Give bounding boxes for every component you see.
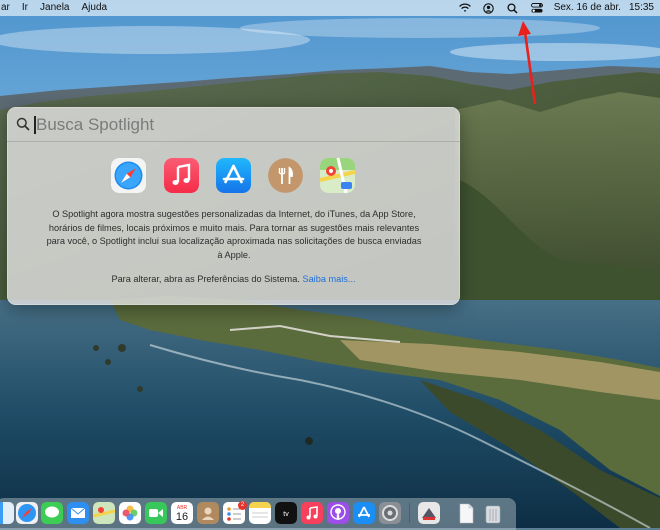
app-store-icon[interactable] <box>216 158 251 193</box>
control-center-icon[interactable] <box>530 1 544 15</box>
app-store-dock-icon[interactable] <box>353 502 375 524</box>
spotlight-app-icons <box>7 158 460 194</box>
contacts-icon[interactable] <box>197 502 219 524</box>
menu-bar-left: ar Ir Janela Ajuda <box>0 0 113 16</box>
menu-item-go[interactable]: Ir <box>16 0 34 16</box>
messages-icon[interactable] <box>41 502 63 524</box>
document-icon[interactable] <box>455 502 477 524</box>
menu-bar-right: Sex. 16 de abr. 15:35 <box>458 0 654 16</box>
menu-bar-date[interactable]: Sex. 16 de abr. <box>554 0 621 16</box>
search-icon <box>16 117 30 131</box>
maps-icon[interactable] <box>320 158 355 193</box>
spotlight-panel: O Spotlight agora mostra sugestões perso… <box>7 107 460 305</box>
menu-bar-time[interactable]: 15:35 <box>629 0 654 16</box>
spotlight-description: O Spotlight agora mostra sugestões perso… <box>46 209 422 260</box>
svg-text:tv: tv <box>283 511 289 518</box>
menu-bar: ar Ir Janela Ajuda Sex. 16 de abr. 15:35 <box>0 0 660 16</box>
spotlight-footer: Para alterar, abra as Preferências do Si… <box>7 274 460 284</box>
spotlight-search-input[interactable] <box>35 112 437 138</box>
mail-icon[interactable] <box>67 502 89 524</box>
user-account-icon[interactable] <box>482 1 496 15</box>
trash-icon[interactable] <box>482 502 504 524</box>
podcasts-icon[interactable] <box>327 502 349 524</box>
finder-icon[interactable] <box>0 502 14 524</box>
text-caret <box>34 116 36 134</box>
restaurants-icon[interactable] <box>268 158 303 193</box>
menu-item-help[interactable]: Ajuda <box>75 0 113 16</box>
reminders-badge: 2 <box>238 501 247 510</box>
preview-icon[interactable] <box>418 502 440 524</box>
facetime-icon[interactable] <box>145 502 167 524</box>
wifi-icon[interactable] <box>458 1 472 15</box>
reminders-icon[interactable]: 2 <box>223 501 247 524</box>
notes-icon[interactable] <box>249 502 271 524</box>
calendar-day: 16 <box>176 511 188 523</box>
menu-item-go-partial[interactable]: ar <box>0 0 16 16</box>
safari-icon[interactable] <box>111 158 146 193</box>
spotlight-search-bar <box>7 107 460 142</box>
spotlight-footer-text: Para alterar, abra as Preferências do Si… <box>111 274 300 284</box>
spotlight-search-icon[interactable] <box>506 1 520 15</box>
maps-dock-icon[interactable] <box>93 502 115 524</box>
system-preferences-icon[interactable] <box>379 502 401 524</box>
tv-icon[interactable]: tv <box>275 502 297 524</box>
music-dock-icon[interactable] <box>301 502 323 524</box>
music-icon[interactable] <box>164 158 199 193</box>
calendar-icon[interactable]: ABR 16 <box>171 502 193 524</box>
menu-item-window[interactable]: Janela <box>34 0 75 16</box>
photos-icon[interactable] <box>119 502 141 524</box>
dock-separator <box>409 503 410 523</box>
safari-dock-icon[interactable] <box>16 502 38 524</box>
learn-more-link[interactable]: Saiba mais... <box>302 274 355 284</box>
